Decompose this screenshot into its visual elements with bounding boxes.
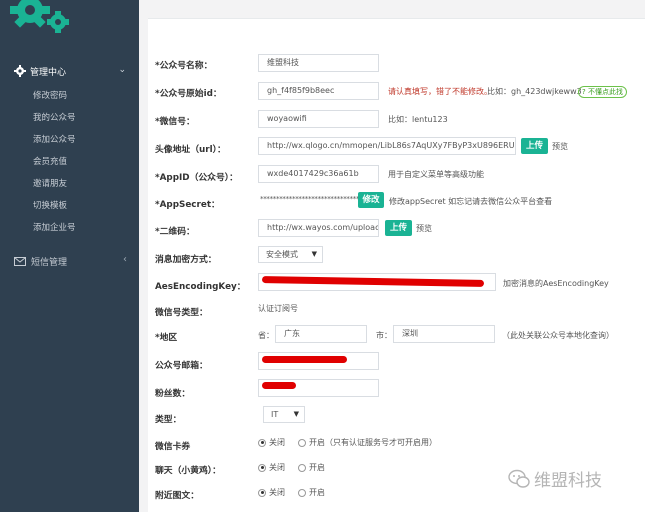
email-redaction <box>262 356 347 363</box>
avatar-upload-button[interactable]: 上传 <box>521 138 548 154</box>
fans-label: 粉丝数： <box>155 389 191 399</box>
appsecret-masked-value: ******************************** <box>260 195 363 203</box>
avatar-preview-link[interactable]: 预览 <box>552 141 568 152</box>
content-gutter <box>139 18 148 512</box>
card-off-label: 关闭 <box>269 438 285 447</box>
radio-checked-icon <box>258 438 266 447</box>
name-input[interactable]: 维盟科技 <box>258 54 379 72</box>
gears-logo-icon <box>10 0 69 33</box>
chevron-left-icon: ‹ <box>123 254 127 265</box>
appsecret-label: *AppSecret： <box>155 200 220 210</box>
card-off-radio[interactable]: 关闭 <box>258 437 285 448</box>
nearby-label: 附近图文： <box>155 491 199 501</box>
radio-checked-icon <box>258 463 266 472</box>
avatar-url-label: 头像地址（url）： <box>155 145 226 155</box>
category-select-value: IT <box>271 410 279 419</box>
appsecret-edit-button[interactable]: 修改 <box>358 192 384 208</box>
email-label: 公众号邮箱： <box>155 361 208 371</box>
top-bar <box>139 0 645 18</box>
city-label: 市： <box>376 331 392 340</box>
menu-sms[interactable]: 短信管理 ‹ <box>0 250 139 272</box>
original-id-example: 比如：gh_423dwjkeww3 <box>487 87 582 96</box>
sidebar-item-invite[interactable]: 邀请朋友 <box>0 174 139 194</box>
aeskey-hint: 加密消息的AesEncodingKey <box>503 279 609 288</box>
sidebar-item-add-enterprise[interactable]: 添加企业号 <box>0 218 139 238</box>
sidebar-item-change-password[interactable]: 修改密码 <box>0 86 139 106</box>
appid-hint: 用于自定义菜单等高级功能 <box>388 170 484 179</box>
category-label: 类型： <box>155 415 182 425</box>
chat-on-label: 开启 <box>309 463 325 472</box>
sidebar-item-recharge[interactable]: 会员充值 <box>0 152 139 172</box>
wechat-id-input[interactable]: woyaowifi <box>258 110 379 128</box>
nearby-off-radio[interactable]: 关闭 <box>258 487 285 498</box>
nearby-on-label: 开启 <box>309 488 325 497</box>
aeskey-label: AesEncodingKey： <box>155 282 246 292</box>
avatar-url-input[interactable]: http://wx.qlogo.cn/mmopen/LibL86s7AqUXy7… <box>258 137 516 155</box>
radio-unchecked-icon <box>298 488 306 497</box>
card-on-label: 开启（只有认证服务号才可开启用） <box>309 438 437 447</box>
encrypt-label: 消息加密方式： <box>155 255 217 265</box>
radio-unchecked-icon <box>298 463 306 472</box>
city-input[interactable]: 深圳 <box>393 325 495 343</box>
region-hint: （此处关联公众号本地化查询） <box>502 331 614 340</box>
qrcode-upload-button[interactable]: 上传 <box>385 220 412 236</box>
appsecret-hint: 修改appSecret 如忘记请去微信公众平台查看 <box>389 197 553 206</box>
nearby-off-label: 关闭 <box>269 488 285 497</box>
caret-down-icon: ▼ <box>311 250 317 258</box>
radio-unchecked-icon <box>298 438 306 447</box>
wechat-id-example: 比如：lentu123 <box>388 115 448 124</box>
caret-down-icon: ▼ <box>293 410 299 418</box>
chat-off-label: 关闭 <box>269 463 285 472</box>
watermark-text: 维盟科技 <box>534 471 602 491</box>
qrcode-preview-link[interactable]: 预览 <box>416 223 432 234</box>
original-id-input[interactable]: gh_f4f85f9b8eec <box>258 82 379 100</box>
menu-sms-label: 短信管理 <box>31 257 68 268</box>
chat-on-radio[interactable]: 开启 <box>298 462 325 473</box>
help-tag-label: 不懂点此找 <box>587 88 623 96</box>
qrcode-label: *二维码： <box>155 227 195 237</box>
chevron-down-icon: ⌄ <box>118 65 126 75</box>
sidebar-item-add-account[interactable]: 添加公众号 <box>0 130 139 150</box>
wechat-icon <box>508 469 530 488</box>
qrcode-input[interactable]: http://wx.wayos.com/uploac <box>258 219 379 237</box>
envelope-icon <box>14 256 26 266</box>
original-id-label: *公众号原始id： <box>155 89 222 99</box>
fans-redaction <box>262 382 296 389</box>
chat-off-radio[interactable]: 关闭 <box>258 462 285 473</box>
chat-label: 聊天（小黄鸡）： <box>155 466 221 476</box>
province-label: 省： <box>258 331 274 340</box>
nearby-on-radio[interactable]: 开启 <box>298 487 325 498</box>
card-on-radio[interactable]: 开启（只有认证服务号才可开启用） <box>298 437 437 448</box>
watermark: 维盟科技 <box>508 466 602 491</box>
sidebar: 管理中心 ⌄ 修改密码 我的公众号 添加公众号 会员充值 邀请朋友 切换模板 添… <box>0 0 139 512</box>
encrypt-select[interactable]: 安全模式 ▼ <box>258 246 323 263</box>
category-select[interactable]: IT ▼ <box>263 406 305 423</box>
gear-icon <box>14 65 26 77</box>
appid-label: *AppID（公众号）： <box>155 173 238 183</box>
question-icon: ? <box>582 88 586 96</box>
sidebar-item-my-accounts[interactable]: 我的公众号 <box>0 108 139 128</box>
help-tag[interactable]: ? 不懂点此找 <box>578 86 627 98</box>
encrypt-select-value: 安全模式 <box>266 250 298 259</box>
card-label: 微信卡券 <box>155 442 191 452</box>
wechat-id-label: *微信号： <box>155 117 195 127</box>
name-label: *公众号名称： <box>155 61 213 71</box>
sidebar-item-switch-template[interactable]: 切换模板 <box>0 196 139 216</box>
menu-management-center-label: 管理中心 <box>30 67 67 78</box>
account-type-value: 认证订阅号 <box>258 304 298 313</box>
province-input[interactable]: 广东 <box>275 325 367 343</box>
account-type-label: 微信号类型： <box>155 308 208 318</box>
appid-input[interactable]: wxde4017429c36a61b <box>258 165 379 183</box>
region-label: *地区 <box>155 333 178 343</box>
original-id-warning: 请认真填写，错了不能修改。 <box>388 87 492 96</box>
menu-management-center[interactable]: 管理中心 ⌄ <box>0 60 139 82</box>
radio-checked-icon <box>258 488 266 497</box>
